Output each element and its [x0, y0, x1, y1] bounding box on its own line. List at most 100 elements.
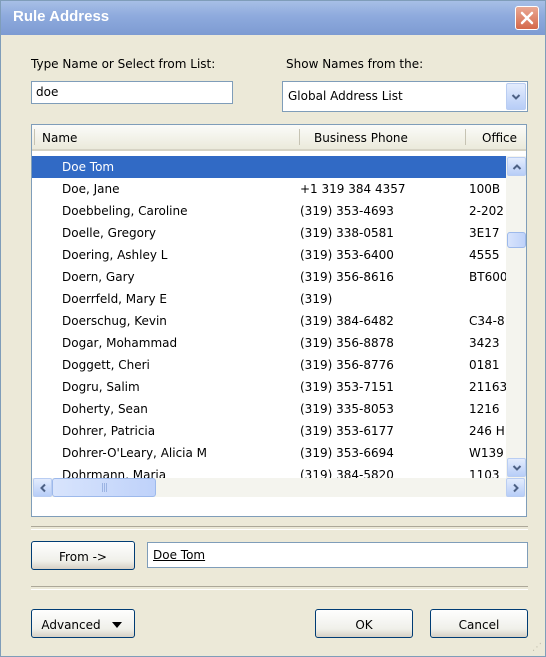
advanced-button[interactable]: Advanced	[31, 609, 135, 638]
row-office: C34-8	[469, 314, 505, 328]
list-header: Name Business Phone Office	[32, 125, 526, 151]
column-header-office[interactable]: Office	[482, 131, 517, 145]
list-row[interactable]: Doe, Jane +1 319 384 4357 100B	[32, 178, 506, 200]
list-row[interactable]: Dohrer-O'Leary, Alicia M (319) 353-6694 W1…	[32, 442, 506, 464]
advanced-button-label: Advanced	[41, 618, 101, 632]
scroll-right-button[interactable]	[506, 478, 525, 497]
row-business-phone: (319) 353-6177	[300, 424, 394, 438]
row-name: Doerschug, Kevin	[62, 314, 167, 328]
column-header-business-phone[interactable]: Business Phone	[314, 131, 408, 145]
scroll-down-button[interactable]	[507, 458, 526, 477]
row-business-phone: +1 319 384 4357	[300, 182, 406, 196]
list-row[interactable]: Doerrfeld, Mary E (319)	[32, 288, 506, 310]
row-business-phone: (319) 353-7151	[300, 380, 394, 394]
list-row[interactable]: Doebbeling, Caroline (319) 353-4693 2-202	[32, 200, 506, 222]
list-row[interactable]: Doelle, Gregory (319) 338-0581 3E17	[32, 222, 506, 244]
row-name: Dogru, Salim	[62, 380, 140, 394]
ok-button[interactable]: OK	[315, 609, 413, 638]
address-book-dropdown[interactable]: Global Address List	[282, 81, 528, 112]
column-separator[interactable]	[299, 129, 300, 145]
search-input[interactable]: doe	[31, 81, 233, 104]
row-name: Doe, Jane	[62, 182, 120, 196]
row-office: 2-202	[469, 204, 504, 218]
from-button-label: From ->	[59, 550, 107, 564]
list-row[interactable]: Doggett, Cheri (319) 356-8776 0181	[32, 354, 506, 376]
row-office: 100B	[469, 182, 501, 196]
recipient-field[interactable]: Doe Tom	[147, 542, 528, 568]
search-input-value: doe	[36, 85, 59, 99]
row-business-phone: (319) 338-0581	[300, 226, 394, 240]
chevron-left-icon	[39, 483, 46, 492]
row-name: Doe Tom	[62, 160, 115, 174]
row-business-phone: (319)	[300, 292, 333, 306]
dropdown-button[interactable]	[506, 83, 526, 110]
row-name: Doern, Gary	[62, 270, 135, 284]
horizontal-scroll-thumb[interactable]: |||	[52, 478, 156, 497]
address-book-label: Show Names from the:	[286, 57, 424, 71]
close-button[interactable]	[515, 6, 539, 30]
row-name: Doering, Ashley L	[62, 248, 168, 262]
from-button[interactable]: From ->	[31, 541, 135, 570]
recipient-name: Doe Tom	[153, 548, 206, 562]
list-row[interactable]: Dohrmann, Maria (319) 384-5820 1103	[32, 464, 506, 478]
row-name: Dohrmann, Maria	[62, 468, 167, 478]
ok-button-label: OK	[355, 618, 373, 632]
horizontal-scrollbar[interactable]: |||	[32, 478, 526, 497]
cancel-button[interactable]: Cancel	[430, 609, 528, 638]
row-name: Doherty, Sean	[62, 402, 148, 416]
column-separator[interactable]	[465, 129, 466, 145]
scroll-left-button[interactable]	[33, 478, 52, 497]
search-label: Type Name or Select from List:	[31, 57, 216, 71]
row-business-phone: (319) 384-6482	[300, 314, 394, 328]
address-list[interactable]: Name Business Phone Office Doe Tom Doe, J…	[31, 124, 527, 517]
close-icon	[520, 11, 534, 25]
list-row[interactable]: Doerschug, Kevin (319) 384-6482 C34-8	[32, 310, 506, 332]
caret-down-icon	[112, 622, 122, 628]
row-office: 246 H	[469, 424, 505, 438]
row-office: BT600	[469, 270, 506, 284]
row-office: 4555	[469, 248, 500, 262]
row-business-phone: (319) 384-5820	[300, 468, 394, 478]
divider	[31, 586, 528, 590]
chevron-up-icon	[512, 163, 521, 170]
column-header-name[interactable]: Name	[42, 131, 77, 145]
row-business-phone: (319) 356-8776	[300, 358, 394, 372]
vertical-scrollbar[interactable]	[506, 156, 526, 478]
row-office: 3423	[469, 336, 500, 350]
row-office: 21163	[469, 380, 506, 394]
list-row[interactable]: Doe Tom	[32, 156, 506, 178]
row-name: Dohrer, Patricia	[62, 424, 156, 438]
list-row[interactable]: Dogar, Mohammad (319) 356-8878 3423	[32, 332, 506, 354]
list-row[interactable]: Dogru, Salim (319) 353-7151 21163	[32, 376, 506, 398]
divider	[31, 526, 528, 530]
row-office: 1103	[469, 468, 500, 478]
row-name: Doebbeling, Caroline	[62, 204, 188, 218]
row-name: Doggett, Cheri	[62, 358, 150, 372]
row-office: 0181	[469, 358, 500, 372]
cancel-button-label: Cancel	[458, 618, 500, 632]
row-office: 1216	[469, 402, 500, 416]
column-separator	[34, 129, 35, 145]
row-office: W139	[469, 446, 504, 460]
row-business-phone: (319) 335-8053	[300, 402, 394, 416]
title-bar[interactable]: Rule Address	[1, 1, 545, 35]
row-name: Dogar, Mohammad	[62, 336, 178, 350]
rule-address-dialog: Rule Address Type Name or Select from Li…	[0, 0, 546, 657]
address-book-selected: Global Address List	[288, 89, 403, 103]
list-rows: Doe Tom Doe, Jane +1 319 384 4357 100B Doebb…	[32, 156, 506, 478]
row-business-phone: (319) 353-6400	[300, 248, 394, 262]
grip-icon: |||	[100, 482, 108, 493]
chevron-right-icon	[512, 483, 519, 492]
scroll-up-button[interactable]	[507, 157, 526, 176]
list-row[interactable]: Doering, Ashley L (319) 353-6400 4555	[32, 244, 506, 266]
resize-grip-icon[interactable]: ⋰	[532, 642, 542, 653]
chevron-down-icon	[511, 93, 521, 100]
window-title: Rule Address	[13, 8, 110, 25]
row-name: Dohrer-O'Leary, Alicia M	[62, 446, 208, 460]
list-row[interactable]: Doherty, Sean (319) 335-8053 1216	[32, 398, 506, 420]
row-name: Doerrfeld, Mary E	[62, 292, 167, 306]
list-row[interactable]: Doern, Gary (319) 356-8616 BT600	[32, 266, 506, 288]
list-row[interactable]: Dohrer, Patricia (319) 353-6177 246 H	[32, 420, 506, 442]
vertical-scroll-thumb[interactable]	[507, 232, 526, 248]
row-business-phone: (319) 353-6694	[300, 446, 394, 460]
